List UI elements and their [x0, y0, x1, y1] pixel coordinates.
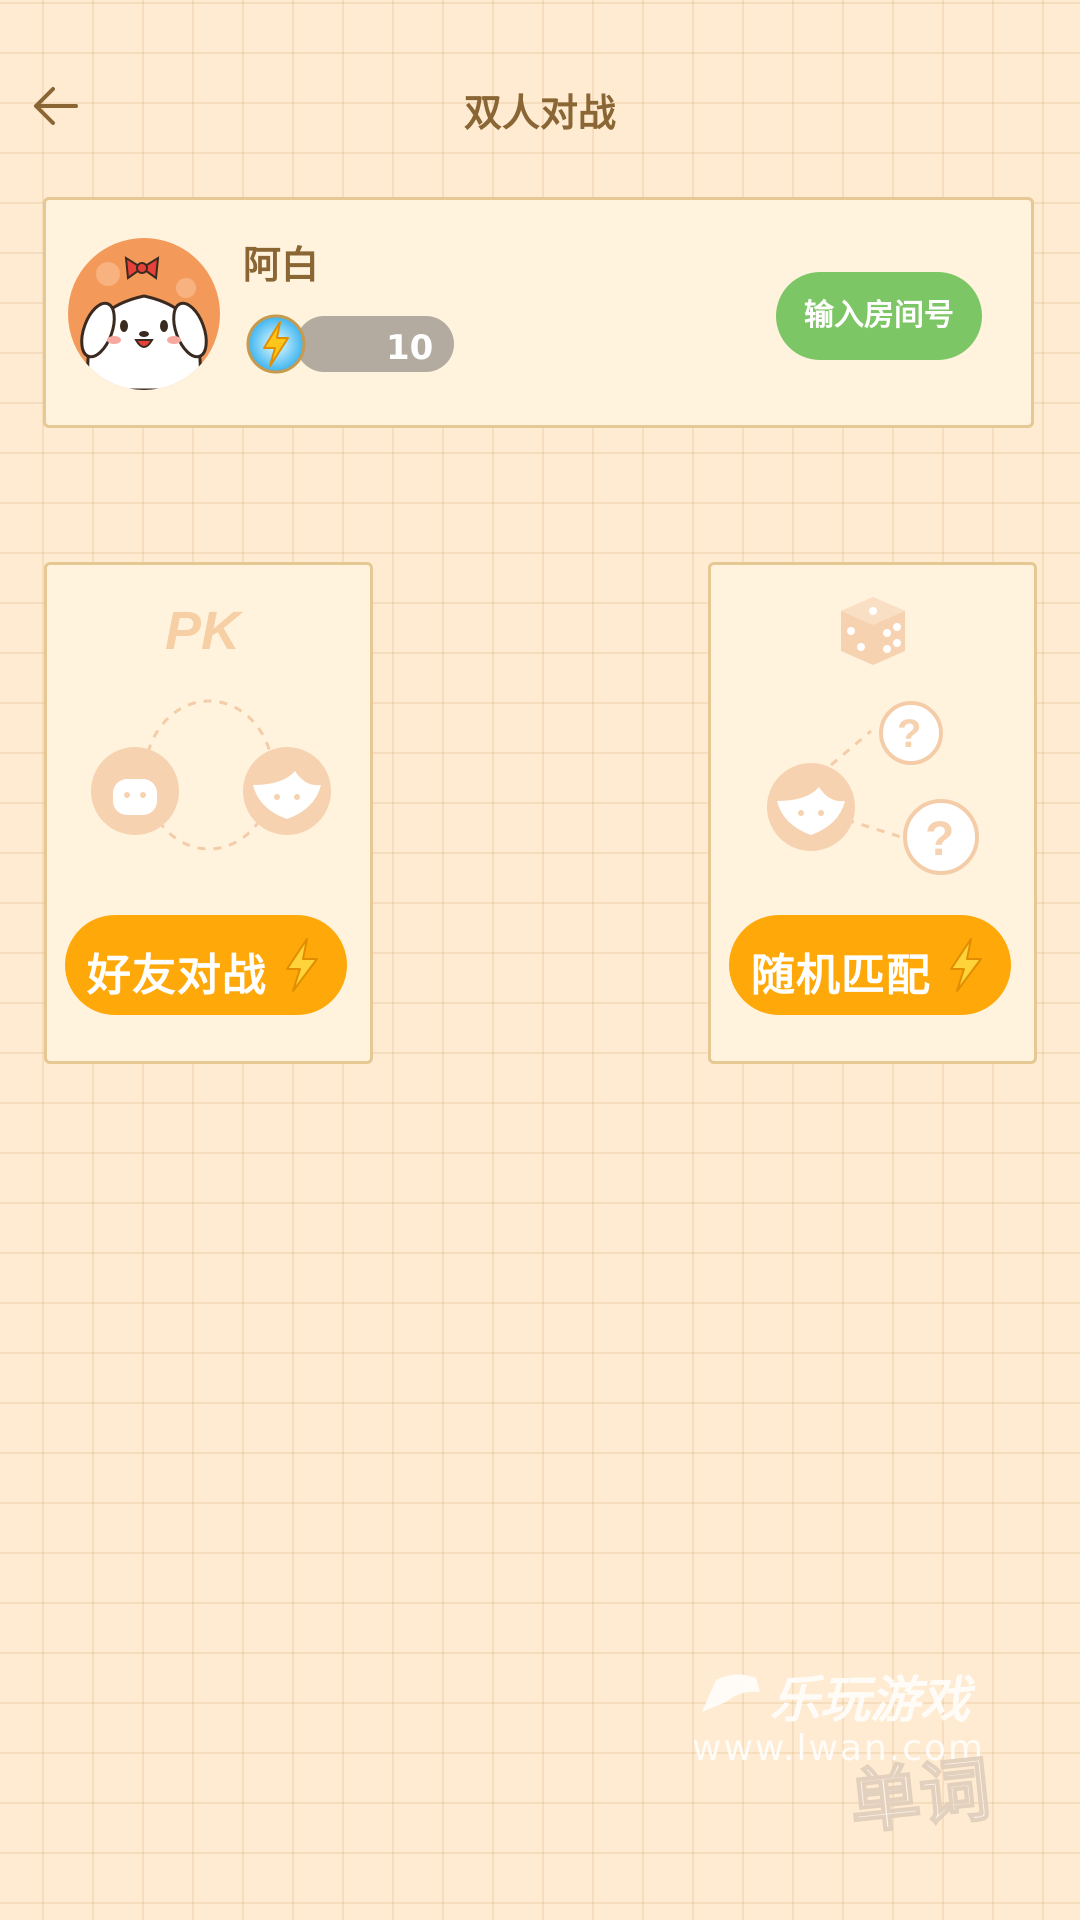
avatar[interactable] [68, 238, 220, 390]
energy-value: 10 [386, 328, 434, 368]
page-title: 双人对战 [463, 91, 616, 135]
random-match-label: 随机匹配 [751, 950, 931, 1001]
friend-battle-button[interactable]: 好友对战 [65, 915, 347, 1015]
watermark-brand: 乐玩游戏 [770, 1671, 970, 1729]
pk-faces-illustration: PK [91, 601, 331, 851]
energy-track: 10 [296, 316, 454, 372]
lightning-icon [246, 314, 306, 374]
watermark-app-mark: 单词 [845, 1747, 995, 1845]
lightning-icon [950, 938, 982, 992]
profile-card: 阿白 10 输入房间号 [43, 197, 1034, 428]
username: 阿白 [243, 243, 320, 287]
dog-avatar-icon [80, 256, 208, 390]
friend-battle-card[interactable]: PK 好友对战 [44, 562, 373, 1064]
top-bar: 双人对战 [0, 60, 1080, 150]
lightning-icon [286, 938, 318, 992]
watermark: 乐玩游戏 www.lwan.com 单词 [690, 1660, 1050, 1860]
svg-text:?: ? [925, 813, 954, 866]
random-match-button[interactable]: 随机匹配 [729, 915, 1011, 1015]
gamepad-logo-icon [702, 1674, 760, 1712]
svg-text:PK: PK [165, 601, 244, 661]
friend-battle-label: 好友对战 [87, 950, 267, 1001]
svg-text:?: ? [897, 712, 921, 756]
dice-faces-illustration: ? ? [767, 597, 979, 875]
random-match-card[interactable]: ? ? 随机匹配 [708, 562, 1037, 1064]
energy-counter: 10 [246, 314, 454, 374]
enter-room-button[interactable]: 输入房间号 [776, 272, 982, 360]
